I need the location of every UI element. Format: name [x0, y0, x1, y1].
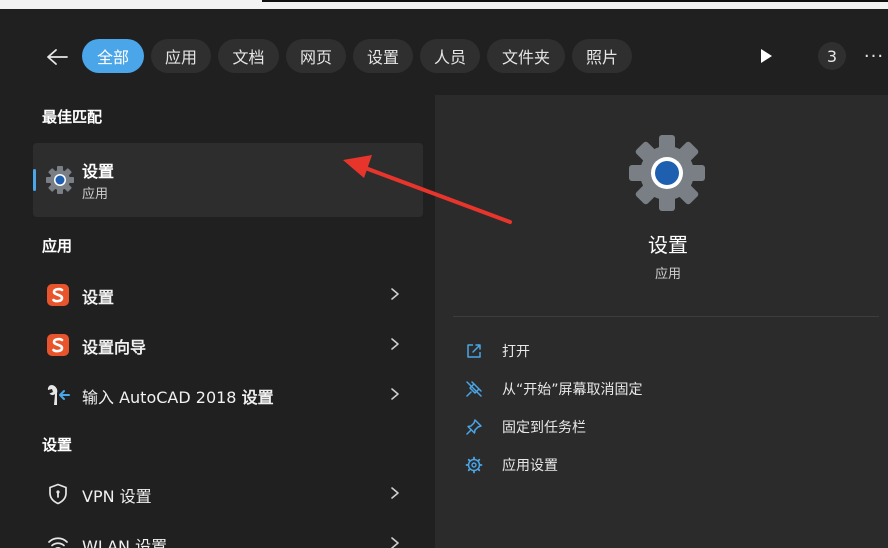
app-item-label: 设置 [82, 288, 115, 307]
tools-icon [45, 382, 71, 408]
settings-item-label: VPN 设置 [82, 487, 152, 506]
filter-chip-apps[interactable]: 应用 [151, 39, 211, 73]
chevron-right-icon [391, 537, 399, 548]
best-match-subtitle: 应用 [82, 187, 109, 202]
play-icon [761, 49, 772, 63]
apps-heading: 应用 [42, 237, 73, 255]
detail-app-kind: 应用 [654, 267, 681, 282]
settings-item-vpn[interactable]: VPN 设置 [33, 471, 423, 515]
app-item-label: 设置向导 [82, 338, 147, 357]
filter-chip-all[interactable]: 全部 [82, 39, 144, 73]
action-label: 应用设置 [502, 458, 558, 474]
more-options-button[interactable]: ··· [860, 42, 888, 70]
chevron-right-icon [391, 338, 399, 350]
action-app-settings[interactable]: 应用设置 [465, 452, 605, 478]
window-top-strip [0, 0, 888, 9]
sogou-s-icon [45, 282, 71, 308]
chevron-right-icon [391, 288, 399, 300]
app-item-autocad-settings[interactable]: 输入 AutoCAD 2018 设置 [33, 372, 423, 416]
settings-heading: 设置 [42, 436, 73, 454]
action-open[interactable]: 打开 [465, 338, 585, 364]
filter-chip-web[interactable]: 网页 [286, 39, 346, 73]
gear-icon [465, 456, 483, 474]
chevron-right-icon [391, 487, 399, 499]
unpin-icon [466, 381, 482, 397]
action-unpin-from-start[interactable]: 从“开始”屏幕取消固定 [465, 376, 685, 402]
app-item-setup-wizard[interactable]: 设置向导 [33, 322, 423, 366]
settings-gear-icon [46, 166, 74, 194]
results-count-badge[interactable]: 3 [818, 42, 846, 70]
detail-app-name: 设置 [648, 233, 688, 257]
filter-chip-folders[interactable]: 文件夹 [487, 39, 565, 73]
settings-item-wlan[interactable]: WLAN 设置 [33, 521, 423, 548]
filter-chip-photos[interactable]: 照片 [572, 39, 632, 73]
action-label: 从“开始”屏幕取消固定 [502, 382, 643, 398]
filter-chip-documents[interactable]: 文档 [218, 39, 279, 73]
best-match-heading: 最佳匹配 [42, 108, 103, 126]
play-button[interactable] [752, 42, 780, 70]
app-item-settings[interactable]: 设置 [33, 272, 423, 316]
settings-gear-icon [629, 135, 705, 211]
shield-icon [45, 481, 71, 507]
best-match-title: 设置 [82, 162, 115, 181]
selection-indicator [33, 169, 36, 191]
back-button[interactable] [40, 42, 74, 72]
filter-chip-settings[interactable]: 设置 [353, 39, 413, 73]
app-item-label: 输入 AutoCAD 2018 设置 [82, 388, 274, 407]
chevron-right-icon [391, 388, 399, 400]
action-label: 固定到任务栏 [502, 420, 586, 436]
best-match-item-settings[interactable]: 设置 应用 [33, 143, 423, 217]
open-external-icon [467, 344, 481, 358]
arrow-left-icon [47, 49, 68, 65]
start-search-window: 全部 应用 文档 网页 设置 人员 文件夹 照片 3 ··· 最佳匹配 设置 应… [0, 0, 888, 548]
action-label: 打开 [502, 344, 530, 360]
detail-panel: 设置 应用 打开 从“开始”屏幕取消固定 固定到任务栏 应用设置 [435, 95, 888, 548]
filter-chip-people[interactable]: 人员 [420, 39, 480, 73]
pin-icon [466, 419, 482, 435]
divider [453, 316, 879, 317]
sogou-s-icon [45, 332, 71, 358]
settings-item-label: WLAN 设置 [82, 537, 168, 548]
action-pin-to-taskbar[interactable]: 固定到任务栏 [465, 414, 625, 440]
wifi-icon [45, 531, 71, 548]
